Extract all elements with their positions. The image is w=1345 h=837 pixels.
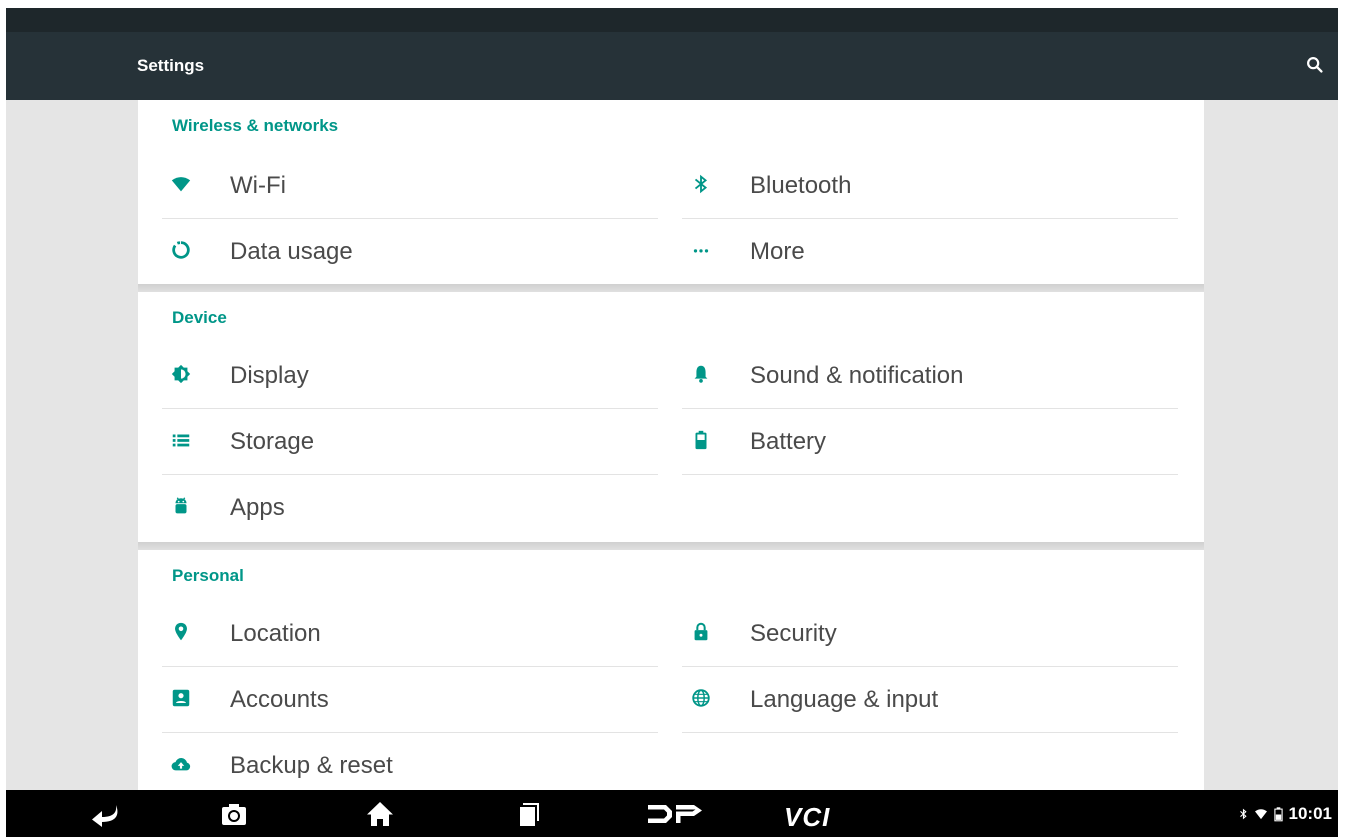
settings-item-wifi[interactable]: Wi-Fi [162, 152, 658, 219]
page-title: Settings [137, 56, 205, 75]
location-pin-icon [170, 621, 192, 643]
back-icon[interactable] [86, 798, 126, 830]
brightness-icon [170, 363, 192, 385]
status-bar [6, 8, 1338, 32]
screen: Settings Wireless & networks Wi-Fi Bluet… [6, 8, 1338, 837]
section-device: Device Display Sound & notification Stor… [138, 292, 1204, 542]
settings-item-battery[interactable]: Battery [682, 408, 1178, 475]
section-personal: Personal Location Security Accounts Lang… [138, 550, 1204, 790]
settings-item-label: Apps [230, 494, 285, 521]
battery-icon [690, 429, 712, 451]
settings-item-label: Sound & notification [750, 362, 964, 389]
settings-item-label: More [750, 238, 805, 265]
section-wireless-networks: Wireless & networks Wi-Fi Bluetooth Data… [138, 100, 1204, 284]
settings-item-label: Accounts [230, 686, 329, 713]
bluetooth-icon [1239, 808, 1247, 820]
settings-item-language-input[interactable]: Language & input [682, 666, 1178, 733]
settings-item-display[interactable]: Display [162, 342, 658, 409]
cloud-upload-icon [170, 753, 192, 775]
settings-list: Wireless & networks Wi-Fi Bluetooth Data… [138, 100, 1204, 790]
vci-button[interactable]: VCI [784, 802, 830, 833]
settings-item-label: Data usage [230, 238, 353, 265]
account-icon [170, 687, 192, 709]
settings-item-data-usage[interactable]: Data usage [162, 218, 658, 284]
storage-icon [170, 429, 192, 451]
section-title: Personal [172, 566, 244, 585]
wifi-icon [1254, 809, 1267, 820]
dp-logo-icon[interactable] [646, 798, 706, 830]
settings-item-accounts[interactable]: Accounts [162, 666, 658, 733]
settings-item-label: Location [230, 620, 321, 647]
home-icon[interactable] [364, 798, 396, 830]
settings-item-sound-notification[interactable]: Sound & notification [682, 342, 1178, 409]
navigation-bar: VCI 10:01 [6, 790, 1338, 837]
camera-icon[interactable] [218, 798, 250, 830]
settings-item-apps[interactable]: Apps [162, 474, 658, 540]
battery-icon [1273, 806, 1283, 821]
settings-item-security[interactable]: Security [682, 600, 1178, 667]
settings-item-more[interactable]: More [682, 218, 1178, 284]
recents-icon[interactable] [514, 798, 546, 830]
bell-icon [690, 363, 712, 385]
lock-icon [690, 621, 712, 643]
globe-icon [690, 687, 712, 709]
settings-item-backup-reset[interactable]: Backup & reset [162, 732, 658, 790]
settings-item-location[interactable]: Location [162, 600, 658, 667]
wifi-icon [170, 173, 192, 195]
section-divider [138, 542, 1204, 550]
settings-item-label: Bluetooth [750, 172, 852, 199]
section-title: Device [172, 308, 227, 327]
more-icon [690, 239, 712, 261]
settings-item-label: Wi-Fi [230, 172, 286, 199]
section-title: Wireless & networks [172, 116, 339, 135]
settings-item-label: Battery [750, 428, 827, 455]
settings-item-label: Backup & reset [230, 752, 393, 779]
app-toolbar: Settings [6, 32, 1338, 100]
settings-item-storage[interactable]: Storage [162, 408, 658, 475]
bluetooth-icon [690, 173, 712, 195]
clock: 10:01 [1288, 804, 1332, 823]
status-area: 10:01 [1239, 804, 1332, 824]
data-usage-icon [170, 239, 192, 261]
section-divider [138, 284, 1204, 292]
settings-item-label: Display [230, 362, 309, 389]
android-icon [170, 495, 192, 517]
settings-item-bluetooth[interactable]: Bluetooth [682, 152, 1178, 219]
settings-item-label: Security [750, 620, 837, 647]
settings-item-label: Language & input [750, 686, 939, 713]
search-icon[interactable] [1304, 54, 1326, 76]
settings-item-label: Storage [230, 428, 315, 455]
